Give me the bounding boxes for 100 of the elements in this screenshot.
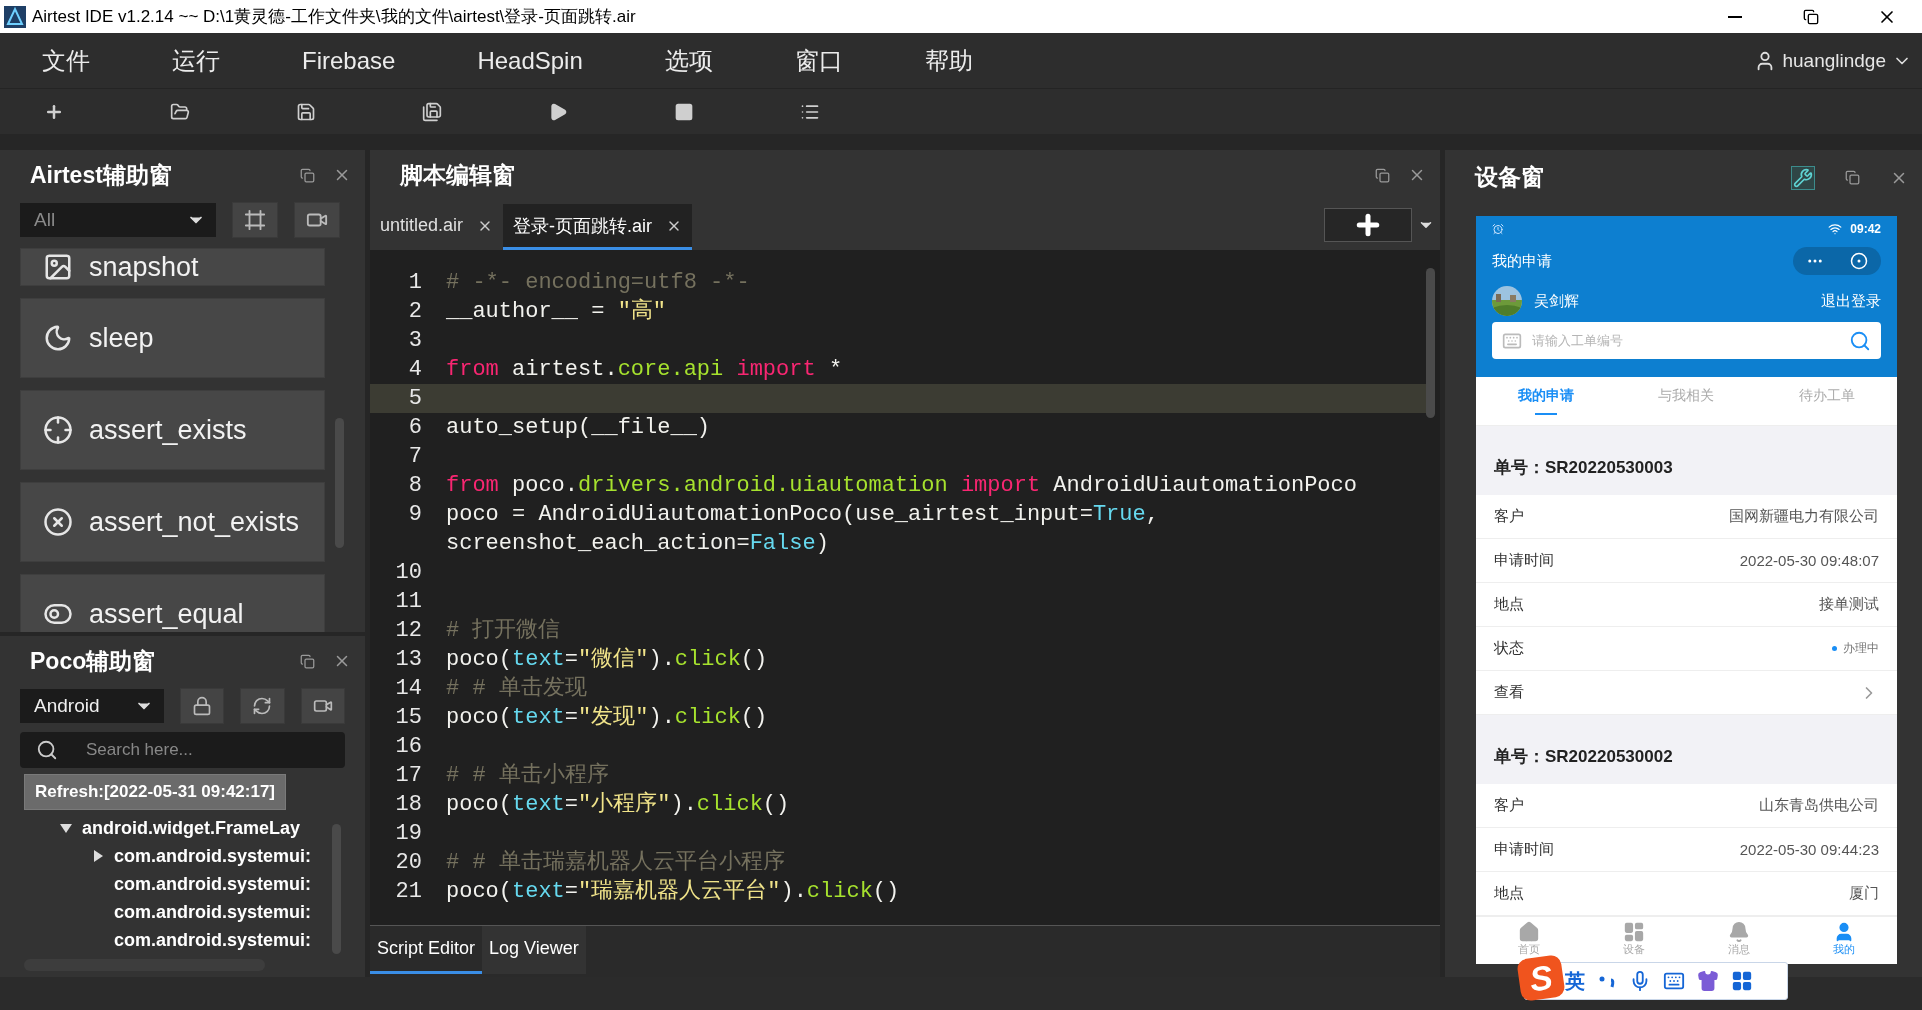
- float-button[interactable]: [300, 167, 315, 183]
- action-item[interactable]: snapshot: [20, 248, 325, 286]
- line-number: 6: [407, 414, 422, 442]
- menu-item[interactable]: HeadSpin: [477, 46, 583, 75]
- search-icon[interactable]: [1849, 329, 1871, 352]
- refresh-tree-button[interactable]: Refresh:[2022-05-31 09:42:17]: [24, 774, 287, 810]
- code-editor[interactable]: [370, 250, 1440, 925]
- line-number: 4: [407, 356, 422, 384]
- alarm-icon: [1492, 223, 1504, 235]
- scrollbar[interactable]: [1426, 268, 1435, 418]
- panel-title: Airtest辅助窗: [30, 160, 172, 190]
- lock-button[interactable]: [179, 688, 225, 724]
- crosshair-icon: [43, 415, 73, 445]
- menu-item[interactable]: Firebase: [302, 46, 396, 75]
- code-line: poco(text="瑞嘉机器人云平台").click(): [446, 878, 901, 906]
- tree-node[interactable]: android.widget.FrameLay: [82, 817, 301, 839]
- refresh-button[interactable]: [240, 688, 285, 724]
- search-icon: [36, 739, 58, 761]
- search-input[interactable]: Search here...: [84, 739, 345, 761]
- line-number: 20: [394, 849, 422, 877]
- float-button[interactable]: [300, 653, 315, 669]
- code-line: # # 单击小程序: [446, 761, 610, 790]
- line-number: 16: [394, 733, 422, 761]
- expanded-arrow-icon[interactable]: [60, 822, 72, 834]
- code-line: auto_setup(__file__): [446, 414, 712, 442]
- order-number: 单号：SR20220530002: [1494, 746, 1673, 768]
- view-tab[interactable]: Log Viewer: [482, 926, 586, 974]
- field-label: 状态: [1494, 639, 1524, 658]
- record-button[interactable]: [300, 688, 345, 724]
- filter-dropdown[interactable]: All: [20, 203, 216, 237]
- field-value: 2022-05-30 09:44:23: [1739, 841, 1879, 858]
- bell-icon: [1728, 921, 1751, 943]
- line-number: 5: [407, 385, 422, 413]
- field-label: 客户: [1494, 796, 1524, 815]
- action-item[interactable]: sleep: [20, 298, 325, 378]
- tree-node[interactable]: com.android.systemui:: [114, 845, 312, 867]
- code-line: poco(text="小程序").click(): [446, 790, 791, 819]
- add-button[interactable]: [1324, 208, 1412, 242]
- platform-dropdown[interactable]: Android: [20, 689, 164, 723]
- status-time: 09:42: [1850, 222, 1881, 236]
- record-button[interactable]: [294, 202, 340, 238]
- action-item[interactable]: assert_equal: [20, 574, 325, 632]
- grid-icon[interactable]: [1731, 970, 1753, 992]
- float-button[interactable]: [1845, 170, 1860, 185]
- target-x-icon: [43, 507, 73, 537]
- tree-node[interactable]: com.android.systemui:: [114, 929, 312, 951]
- line-number: 2: [407, 298, 422, 326]
- tools-button[interactable]: [1791, 165, 1815, 190]
- file-tab[interactable]: 登录-页面跳转.air: [503, 204, 693, 250]
- field-value: 厦门: [1849, 884, 1879, 903]
- grid-icon: [1622, 921, 1645, 943]
- language-toggle[interactable]: 英: [1565, 967, 1585, 995]
- wifi-icon: [1828, 222, 1843, 236]
- menu-item[interactable]: 文件: [42, 44, 90, 77]
- restore-icon: [1803, 8, 1819, 25]
- app-logo-icon: [4, 5, 26, 28]
- keyboard-icon[interactable]: [1663, 970, 1685, 992]
- line-number: 17: [394, 762, 422, 790]
- target-icon[interactable]: [1850, 252, 1868, 270]
- float-button[interactable]: [1375, 167, 1390, 183]
- field-label: 地点: [1494, 595, 1524, 614]
- line-number: 12: [394, 617, 422, 645]
- line-number: 9: [407, 501, 422, 529]
- line-number: 7: [407, 443, 422, 471]
- line-number: 14: [394, 675, 422, 703]
- panel-title: Poco辅助窗: [30, 646, 156, 676]
- capture-button[interactable]: [232, 202, 278, 238]
- code-line: __author__ = "高": [446, 297, 668, 326]
- search-field[interactable]: Search here...: [20, 732, 345, 768]
- home-icon: [1517, 921, 1540, 943]
- lock-icon: [191, 696, 212, 716]
- tree-node[interactable]: com.android.systemui:: [114, 873, 312, 895]
- file-tab[interactable]: untitled.air: [370, 204, 504, 250]
- line-number: 13: [394, 646, 422, 674]
- field-label: 客户: [1494, 507, 1524, 526]
- field-label: 申请时间: [1494, 551, 1554, 570]
- collapsed-arrow-icon[interactable]: [92, 850, 104, 862]
- window-title: Airtest IDE v1.2.14 ~~ D:\1黄灵德-工作文件夹\我的文件\airtest\登录-页面跳转.air: [32, 6, 637, 28]
- action-item[interactable]: assert_exists: [20, 390, 325, 470]
- line-number: 3: [407, 327, 422, 355]
- minimize-icon: [1728, 15, 1742, 18]
- search-field[interactable]: 请输入工单编号: [1492, 322, 1881, 359]
- code-line: # # 单击瑞嘉机器人云平台小程序: [446, 848, 786, 877]
- menu-item[interactable]: 窗口: [794, 44, 843, 77]
- line-number: 10: [394, 559, 422, 587]
- user-name: 吴剑辉: [1534, 291, 1579, 311]
- menu-item[interactable]: 运行: [172, 44, 220, 77]
- shirt-icon[interactable]: [1697, 970, 1719, 992]
- menu-item[interactable]: 选项: [664, 44, 713, 77]
- frame-icon: [244, 209, 266, 231]
- menu-item[interactable]: 帮助: [924, 44, 973, 77]
- logout-link[interactable]: 退出登录: [1821, 291, 1881, 311]
- restore-icon: [300, 653, 315, 669]
- tree-node[interactable]: com.android.systemui:: [114, 901, 312, 923]
- user-name[interactable]: huanglindge: [1782, 49, 1886, 72]
- folder-icon: [170, 101, 190, 122]
- panel-title: 设备窗: [1475, 163, 1544, 192]
- wrench-icon: [1793, 167, 1813, 188]
- field-value: 接单测试: [1819, 595, 1879, 614]
- action-item[interactable]: assert_not_exists: [20, 482, 325, 562]
